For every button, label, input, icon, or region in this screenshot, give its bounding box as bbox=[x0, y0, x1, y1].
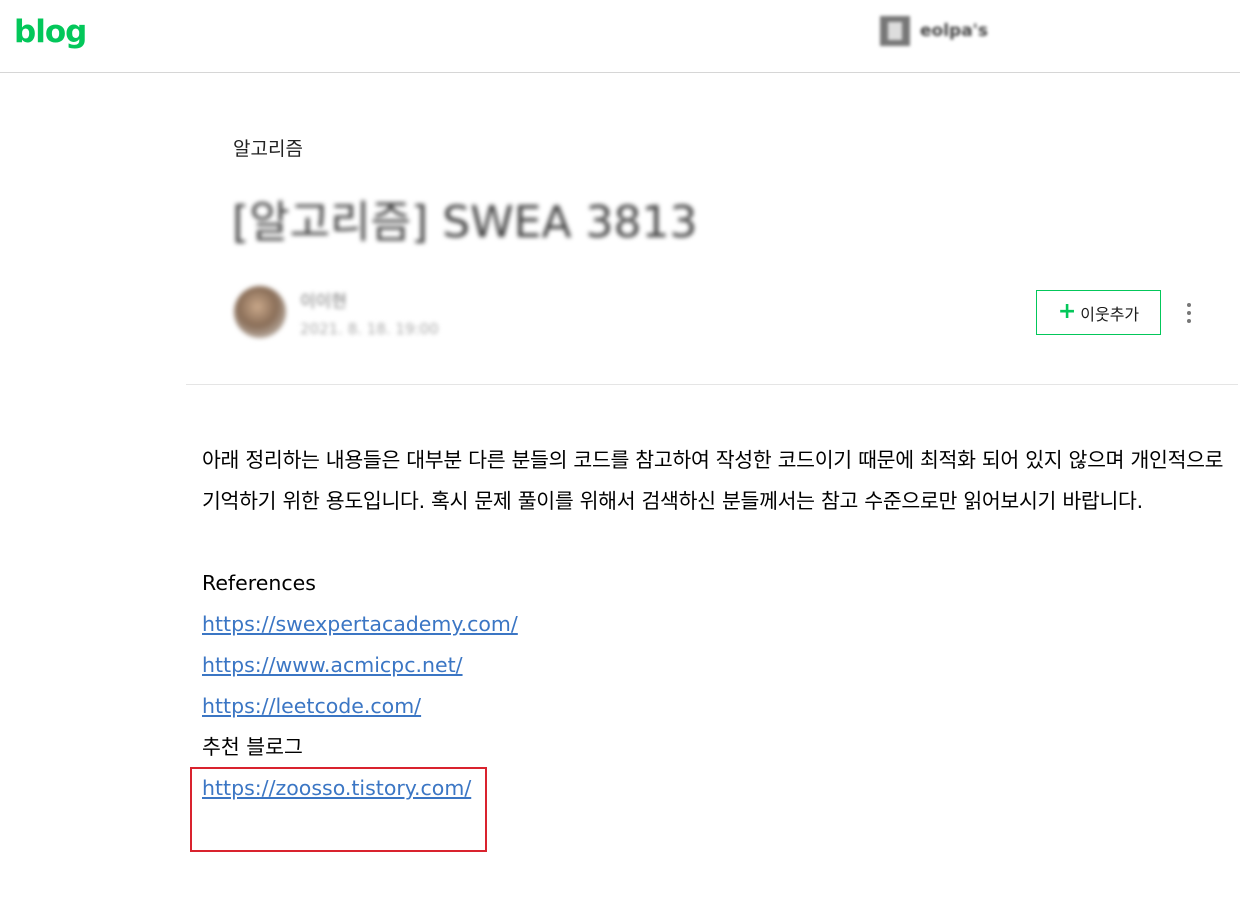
reference-link-swea[interactable]: https://swexpertacademy.com/ bbox=[202, 604, 1232, 645]
author-meta: 이이현 2021. 8. 18. 19:00 bbox=[300, 287, 439, 338]
blog-owner-name: eolpa's bbox=[920, 21, 988, 41]
intro-paragraph: 아래 정리하는 내용들은 대부분 다른 분들의 코드를 참고하여 작성한 코드이… bbox=[202, 448, 1224, 513]
reference-link-acmicpc[interactable]: https://www.acmicpc.net/ bbox=[202, 645, 1232, 686]
highlight-annotation-box bbox=[190, 767, 487, 852]
author-name[interactable]: 이이현 bbox=[300, 287, 439, 312]
recommended-blog-heading: 추천 블로그 bbox=[202, 735, 303, 759]
references-heading: References bbox=[202, 571, 316, 595]
add-neighbor-button[interactable]: + 이웃추가 bbox=[1036, 290, 1161, 335]
post-category[interactable]: 알고리즘 bbox=[233, 134, 303, 161]
blog-owner-icon bbox=[880, 16, 910, 46]
blog-logo[interactable]: blog bbox=[14, 12, 87, 52]
more-vertical-icon[interactable] bbox=[1176, 296, 1202, 330]
add-neighbor-label: 이웃추가 bbox=[1080, 304, 1140, 324]
top-navigation-bar: blog eolpa's bbox=[0, 0, 1240, 73]
plus-icon: + bbox=[1057, 298, 1077, 324]
post-date: 2021. 8. 18. 19:00 bbox=[300, 319, 439, 338]
blog-owner-link[interactable]: eolpa's bbox=[880, 16, 988, 46]
reference-link-leetcode[interactable]: https://leetcode.com/ bbox=[202, 686, 1232, 727]
header-divider bbox=[186, 384, 1238, 385]
post-title: [알고리즘] SWEA 3813 bbox=[232, 197, 698, 248]
avatar[interactable] bbox=[234, 286, 286, 338]
post-body: 아래 정리하는 내용들은 대부분 다른 분들의 코드를 참고하여 작성한 코드이… bbox=[202, 440, 1232, 809]
author-info[interactable]: 이이현 2021. 8. 18. 19:00 bbox=[234, 286, 439, 338]
